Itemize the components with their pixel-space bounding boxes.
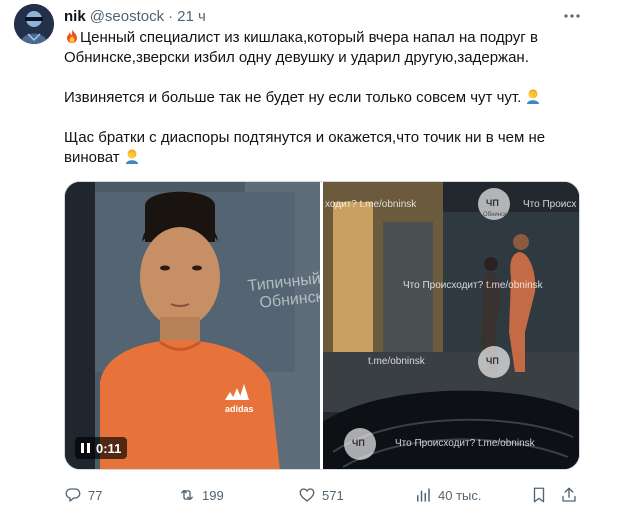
pause-icon[interactable] xyxy=(81,443,90,453)
chp-logo-bottom: ЧП xyxy=(352,438,365,448)
heart-icon xyxy=(299,488,315,502)
watermark-right-mid: Что Происходит? t.me/obninsk xyxy=(403,280,543,291)
watermark-right-low: t.me/obninsk xyxy=(368,356,425,367)
separator-dot: · xyxy=(168,7,174,25)
chp-logo-sub: Обнинск xyxy=(483,212,507,218)
video-frame-person: adidas xyxy=(65,182,322,469)
author-name[interactable]: nik xyxy=(64,8,86,25)
fire-icon xyxy=(64,28,80,44)
repost-count: 199 xyxy=(202,487,224,503)
video-frame-street xyxy=(323,182,579,469)
facepalm-icon xyxy=(124,148,140,164)
views-count: 40 тыс. xyxy=(438,487,482,503)
tweet[interactable]: nik @seostock · 21 ч Ценный специалист и… xyxy=(0,0,620,516)
reply-count: 77 xyxy=(88,487,103,503)
reply-button[interactable]: 77 xyxy=(64,484,102,506)
watermark-right-bottom: Что Происходит? t.me/obninsk xyxy=(395,438,535,449)
tweet-actions: 77 199 571 40 тыс. xyxy=(56,484,586,506)
chp-logo-top: ЧП xyxy=(486,198,499,208)
video-right-panel[interactable]: ходит? t.me/obninsk Что Происх ЧП Что Пр… xyxy=(323,182,579,469)
more-icon[interactable] xyxy=(562,6,582,26)
reply-icon xyxy=(65,488,81,502)
repost-button[interactable]: 199 xyxy=(178,484,224,506)
tweet-media[interactable]: adidas Типичный Обнинск 0:11 ходит? t.me… xyxy=(64,181,580,470)
watermark-right-top: ходит? t.me/obninsk xyxy=(325,199,417,210)
author-handle[interactable]: @seostock xyxy=(90,8,164,25)
like-count: 571 xyxy=(322,487,344,503)
tweet-text: Ценный специалист из кишлака,который вче… xyxy=(64,28,584,168)
facepalm-icon xyxy=(525,88,541,104)
like-button[interactable]: 571 xyxy=(298,484,344,506)
tweet-line-1: Ценный специалист из кишлака,который вче… xyxy=(64,29,538,66)
views-button[interactable]: 40 тыс. xyxy=(414,484,481,506)
tweet-header: nik @seostock · 21 ч xyxy=(64,6,206,26)
chp-logo-mid: ЧП xyxy=(486,356,499,366)
video-left-panel[interactable]: adidas Типичный Обнинск 0:11 xyxy=(65,182,322,469)
views-icon xyxy=(417,488,430,502)
video-controls[interactable]: 0:11 xyxy=(75,437,128,459)
tweet-line-2: Извиняется и больше так не будет ну если… xyxy=(64,89,522,106)
shirt-logo: adidas xyxy=(225,404,254,414)
watermark-right-top-brand: Что Происх xyxy=(523,199,577,210)
bookmark-button[interactable] xyxy=(530,484,548,506)
video-time: 0:11 xyxy=(96,440,122,456)
share-button[interactable] xyxy=(560,484,578,506)
avatar[interactable] xyxy=(14,4,54,44)
bookmark-icon xyxy=(533,487,545,503)
share-icon xyxy=(562,487,576,502)
tweet-time[interactable]: 21 ч xyxy=(177,8,206,25)
repost-icon xyxy=(181,489,193,501)
